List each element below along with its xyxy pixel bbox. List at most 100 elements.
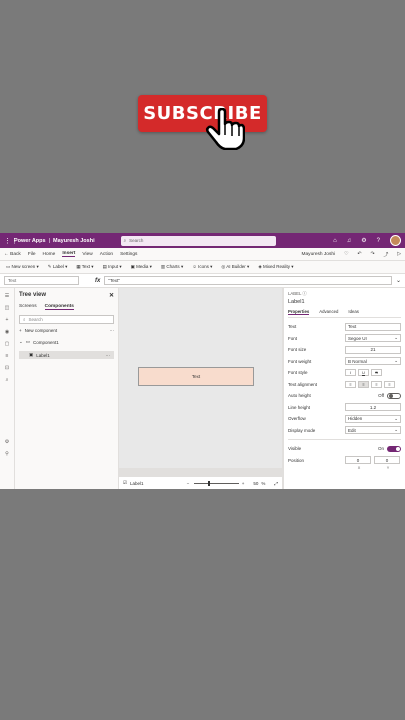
control-name[interactable]: Label1 [288,299,401,305]
data-icon[interactable]: ◉ [5,329,9,335]
chevron-down-icon[interactable]: ⌄ [396,277,401,284]
zoom-unit: % [261,480,266,486]
italic-button[interactable]: I [345,369,356,377]
selected-control-name[interactable]: Label1 [130,481,144,486]
text-button[interactable]: ▦ Text ▾ [76,264,93,270]
settings-rail-icon[interactable]: ⚙ [5,439,9,445]
zoom-value: 50 [253,480,259,486]
tab-ideas[interactable]: Ideas [348,309,359,315]
display-mode-dropdown[interactable]: Edit ⌄ [345,426,401,435]
insert-icon[interactable]: + [6,317,9,323]
position-y-field[interactable]: 0 [374,456,400,465]
align-left-button[interactable]: ≡ [345,380,356,388]
share-icon[interactable]: ⤴ [383,251,388,258]
tree-view-icon[interactable]: ◫ [5,305,10,311]
menu-home[interactable]: Home [43,252,56,257]
menu-file[interactable]: File [28,252,36,257]
formula-input[interactable]: "Text" [104,276,392,285]
gear-icon[interactable]: ⚙ [361,237,366,244]
auto-height-toggle[interactable] [387,392,401,399]
prop-overflow-label: Overflow [288,416,306,422]
account-icon[interactable]: ⚲ [5,451,9,457]
help-icon[interactable]: ? [377,238,380,244]
icons-button[interactable]: ☺ Icons ▾ [192,264,212,270]
bell-icon[interactable]: ♫ [347,238,352,244]
property-dropdown[interactable]: Text [4,276,79,285]
underline-button[interactable]: U [358,369,369,377]
charts-label: Charts [166,264,180,269]
tree-search-input[interactable]: ⌕ Search [19,315,114,324]
more-icon[interactable]: ··· [110,328,115,333]
redo-icon[interactable]: ↷ [370,252,374,257]
media-label: Media [136,264,149,269]
line-height-field[interactable]: 1.2 [345,403,401,412]
input-button[interactable]: ▤ Input ▾ [103,264,122,270]
tab-components[interactable]: Components [44,304,74,310]
media-icon[interactable]: ▢ [5,341,10,347]
global-search-input[interactable]: ⌕ Search [120,235,276,246]
align-justify-button[interactable]: ≡ [384,380,395,388]
search-rail-icon[interactable]: ⌕ [6,377,9,383]
prop-text-label: Text [288,324,297,330]
align-right-button[interactable]: ≡ [371,380,382,388]
fit-to-window-icon[interactable]: ⤢ [274,481,278,486]
zoom-slider[interactable] [194,480,239,486]
icons-label: Icons [198,264,209,269]
charts-button[interactable]: ▥ Charts ▾ [161,264,183,270]
undo-icon[interactable]: ↶ [357,252,361,257]
visible-toggle[interactable] [387,445,401,452]
strikethrough-button[interactable]: S [371,369,382,377]
tree-item-label1[interactable]: ▣ Label1 ··· [19,351,114,359]
text-label: Text [81,264,91,269]
font-weight-dropdown[interactable]: B Normal ⌄ [345,357,401,366]
app-checker-icon[interactable]: ♡ [344,252,348,257]
zoom-out-icon[interactable]: − [187,481,190,486]
font-size-field[interactable]: 21 [345,345,401,354]
title-separator: | [48,237,51,244]
more-icon[interactable]: ··· [106,353,111,358]
menu-insert[interactable]: Insert [62,251,76,257]
menu-settings[interactable]: Settings [120,252,137,257]
prop-text-align-label: Text alignment [288,381,318,387]
app-launcher-icon[interactable]: ⋮⋮ [4,237,18,245]
new-component-button[interactable]: + New component ··· [19,328,114,333]
text-field[interactable]: Text [345,322,401,331]
advanced-tools-icon[interactable]: ≡ [6,353,9,359]
align-center-button[interactable]: ≡ [358,380,369,388]
mixed-reality-button[interactable]: ◈ Mixed Reality ▾ [258,264,293,270]
close-icon[interactable]: ✕ [109,292,114,299]
zoom-in-icon[interactable]: + [242,481,245,486]
prop-position-label: Position [288,457,305,463]
search-placeholder: Search [129,238,144,243]
play-icon[interactable]: ▷ [397,252,401,257]
new-component-label: New component [24,328,58,333]
media-button[interactable]: ▣ Media ▾ [131,264,152,270]
label-control[interactable]: Text [138,367,254,386]
tree-view-panel: Tree view ✕ Screens Components ⌕ Search … [15,288,119,489]
new-screen-button[interactable]: ▭ New screen ▾ [6,264,39,270]
tree-item-component1[interactable]: ⌄ ▭ Component1 [19,338,114,346]
label-button[interactable]: ✎ Label ▾ [48,264,68,270]
menu-action[interactable]: Action [100,252,113,257]
chevron-down-icon: ⌄ [19,339,23,344]
position-x-field[interactable]: 0 [345,456,371,465]
font-dropdown[interactable]: Segoe UI ⌄ [345,334,401,343]
back-label: Back [10,251,21,257]
back-button[interactable]: ← Back [4,252,21,257]
variables-icon[interactable]: ⊡ [5,365,9,371]
info-icon[interactable]: ⓘ [302,291,306,296]
tab-advanced[interactable]: Advanced [319,309,338,315]
environment-icon[interactable]: ⌂ [333,238,337,244]
chevron-down-icon: ⌄ [394,335,398,341]
component-canvas[interactable]: Text [119,288,282,468]
hand-cursor-icon [205,108,245,150]
subscribe-button[interactable]: SUBSCRIBE [138,95,267,132]
tab-screens[interactable]: Screens [19,304,37,310]
tab-properties[interactable]: Properties [288,309,310,315]
menu-view[interactable]: View [82,252,92,257]
avatar[interactable] [390,235,401,246]
menu-icon[interactable]: ☰ [5,293,9,299]
overflow-dropdown[interactable]: Hidden ⌄ [345,414,401,423]
ai-builder-button[interactable]: ◎ AI Builder ▾ [221,264,249,270]
zoom-slider-thumb[interactable] [208,480,211,486]
